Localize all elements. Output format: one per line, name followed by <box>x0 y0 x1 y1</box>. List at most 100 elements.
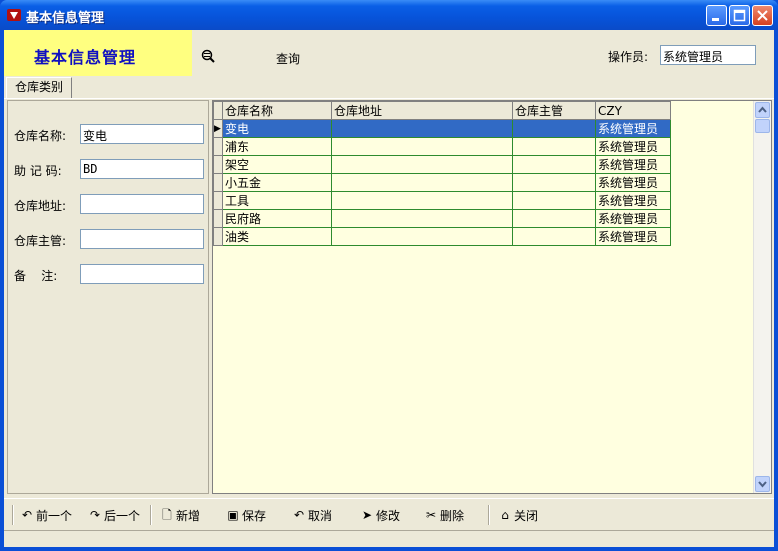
maximize-button[interactable] <box>729 5 750 26</box>
table-cell[interactable] <box>331 119 513 138</box>
table-cell[interactable]: 工具 <box>222 191 332 210</box>
table-cell[interactable]: 浦东 <box>222 137 332 156</box>
name-label: 仓库名称: <box>14 129 67 143</box>
table-row[interactable]: 民府路 系统管理员 <box>213 209 671 228</box>
cancel-button[interactable]: ↶ 取消 <box>292 507 332 523</box>
table-cell[interactable] <box>512 209 596 228</box>
bottom-toolbar: ↶ 前一个 ↷ 后一个 🗋 新增 ▣ 保存 ↶ 取消 ➤ 修改 ✂ 删除 ⌂ 关… <box>4 498 774 529</box>
table-cell[interactable] <box>331 137 513 156</box>
table-cell[interactable]: 系统管理员 <box>595 209 671 228</box>
cancel-label: 取消 <box>308 508 333 523</box>
row-indicator-header <box>213 101 223 120</box>
table-cell[interactable]: 系统管理员 <box>595 119 671 138</box>
app-window: 基本信息管理 基本信息管理 查询 操作员: 系统管理员 仓库类别 仓库名称: 变… <box>0 0 778 551</box>
warehouse-name-field[interactable]: 变电 <box>80 124 204 144</box>
table-row[interactable]: 架空 系统管理员 <box>213 155 671 174</box>
row-indicator[interactable] <box>213 209 223 228</box>
app-icon <box>7 9 21 21</box>
scroll-thumb[interactable] <box>755 119 770 133</box>
mnemonic-label: 助 记 码: <box>14 164 62 178</box>
close-window-button[interactable] <box>752 5 773 26</box>
table-cell[interactable] <box>331 209 513 228</box>
toolbar-separator <box>150 505 152 525</box>
table-cell[interactable] <box>331 173 513 192</box>
manager-field[interactable] <box>80 229 204 249</box>
edit-button[interactable]: ➤ 修改 <box>360 507 400 523</box>
table-cell[interactable]: 小五金 <box>222 173 332 192</box>
table-row[interactable]: 油类 系统管理员 <box>213 227 671 246</box>
delete-button[interactable]: ✂ 删除 <box>424 507 464 523</box>
table-cell[interactable] <box>331 191 513 210</box>
query-label[interactable]: 查询 <box>276 50 300 67</box>
minimize-button[interactable] <box>706 5 727 26</box>
operator-field[interactable]: 系统管理员 <box>660 45 756 65</box>
close-label: 关闭 <box>514 508 539 523</box>
grid-header-row: 仓库名称 仓库地址 仓库主管 CZY <box>213 101 671 120</box>
operator-label: 操作员: <box>608 50 649 64</box>
table-cell[interactable] <box>512 173 596 192</box>
save-label: 保存 <box>242 508 267 523</box>
minimize-icon <box>712 18 719 21</box>
table-cell[interactable]: 系统管理员 <box>595 227 671 246</box>
row-indicator[interactable] <box>213 137 223 156</box>
prev-button[interactable]: ↶ 前一个 <box>20 507 72 523</box>
scroll-up-button[interactable] <box>755 102 770 118</box>
column-header[interactable]: 仓库名称 <box>222 101 332 120</box>
table-row[interactable]: 浦东 系统管理员 <box>213 137 671 156</box>
row-indicator[interactable] <box>213 191 223 210</box>
note-field[interactable] <box>80 264 204 284</box>
close-button[interactable]: ⌂ 关闭 <box>498 507 538 523</box>
new-document-icon: 🗋 <box>162 508 172 522</box>
tab-strip: 仓库类别 <box>4 76 774 99</box>
address-field[interactable] <box>80 194 204 214</box>
scissors-icon: ✂ <box>425 508 437 522</box>
table-cell[interactable] <box>512 155 596 174</box>
grid-table: 仓库名称 仓库地址 仓库主管 CZY ▶ 变电 系统管理员 浦东 系统管理员 架空 系统管理… <box>213 101 671 246</box>
table-cell[interactable] <box>331 227 513 246</box>
table-cell[interactable]: 民府路 <box>222 209 332 228</box>
table-cell[interactable] <box>512 191 596 210</box>
undo-icon: ↶ <box>293 508 305 522</box>
row-indicator[interactable] <box>213 227 223 246</box>
column-header[interactable]: 仓库地址 <box>331 101 513 120</box>
table-row[interactable]: 工具 系统管理员 <box>213 191 671 210</box>
table-cell[interactable]: 系统管理员 <box>595 137 671 156</box>
table-cell[interactable] <box>512 137 596 156</box>
tab-warehouse-category[interactable]: 仓库类别 <box>6 77 72 98</box>
mnemonic-field[interactable]: BD <box>80 159 204 179</box>
next-button[interactable]: ↷ 后一个 <box>88 507 140 523</box>
new-button[interactable]: 🗋 新增 <box>160 507 200 523</box>
table-cell[interactable]: 系统管理员 <box>595 191 671 210</box>
table-cell[interactable]: 变电 <box>222 119 332 138</box>
table-cell[interactable]: 系统管理员 <box>595 155 671 174</box>
table-cell[interactable]: 系统管理员 <box>595 173 671 192</box>
vertical-scrollbar[interactable] <box>753 101 771 493</box>
column-header[interactable]: CZY <box>595 101 671 120</box>
column-header[interactable]: 仓库主管 <box>512 101 596 120</box>
save-disk-icon: ▣ <box>227 508 239 522</box>
table-cell[interactable] <box>512 119 596 138</box>
grid-body: ▶ 变电 系统管理员 浦东 系统管理员 架空 系统管理员 小五金 系统管理员 工具 系统管理员 民府路… <box>213 119 671 246</box>
search-icon[interactable] <box>200 48 216 64</box>
window-title: 基本信息管理 <box>26 11 105 26</box>
table-cell[interactable] <box>512 227 596 246</box>
table-cell[interactable]: 油类 <box>222 227 332 246</box>
scroll-down-button[interactable] <box>755 476 770 492</box>
current-row-indicator[interactable]: ▶ <box>213 119 223 138</box>
save-button[interactable]: ▣ 保存 <box>226 507 266 523</box>
maximize-icon <box>733 9 746 22</box>
table-row[interactable]: 小五金 系统管理员 <box>213 173 671 192</box>
data-grid[interactable]: 仓库名称 仓库地址 仓库主管 CZY ▶ 变电 系统管理员 浦东 系统管理员 架空 系统管理… <box>212 100 772 494</box>
undo-arrow-icon: ↶ <box>21 508 33 522</box>
chevron-up-icon <box>758 106 767 113</box>
table-cell[interactable] <box>331 155 513 174</box>
table-row[interactable]: ▶ 变电 系统管理员 <box>213 119 671 138</box>
title-bar[interactable]: 基本信息管理 <box>0 0 778 30</box>
table-cell[interactable]: 架空 <box>222 155 332 174</box>
row-indicator[interactable] <box>213 173 223 192</box>
pointer-arrow-icon: ➤ <box>361 508 373 522</box>
address-label: 仓库地址: <box>14 199 67 213</box>
close-icon <box>757 10 768 21</box>
delete-label: 删除 <box>440 508 465 523</box>
row-indicator[interactable] <box>213 155 223 174</box>
